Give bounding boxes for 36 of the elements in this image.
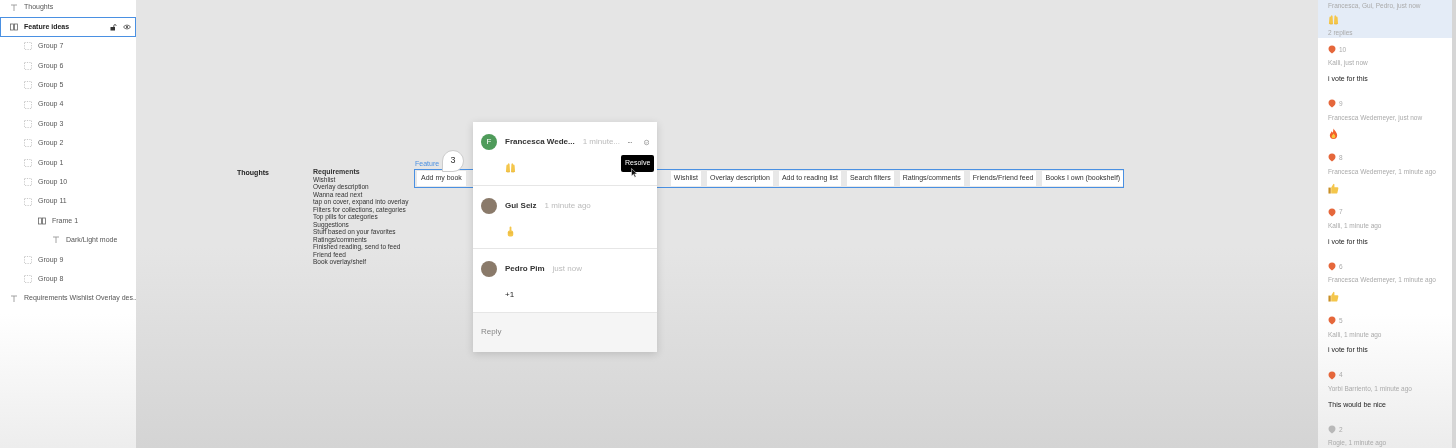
raised-hands-icon [505,162,516,173]
comment-text: +1 [505,289,515,301]
avatar [481,197,497,214]
reply-field[interactable]: Reply [473,312,657,352]
more-icon[interactable] [628,140,632,144]
dashed-square-icon [24,42,32,51]
comment-author: Pedro Pim [505,263,545,275]
cursor-icon [631,168,638,178]
thumbs-up-icon [1328,182,1339,194]
thumbs-up-icon [1328,291,1339,303]
dashed-square-icon [24,61,32,70]
dashed-square-icon [24,178,32,187]
comment-pin[interactable]: 3 [442,150,464,172]
avatar [481,261,497,277]
raised-hands-icon [1328,13,1339,25]
dashed-square-icon [24,120,32,129]
avatar: F [481,134,497,150]
text-icon [10,294,18,303]
text-icon [52,236,60,245]
dashed-square-icon [24,139,32,148]
dashed-square-icon [24,81,32,90]
frame-icon [38,217,46,225]
dashed-square-icon [24,100,32,109]
padlock-icon[interactable] [110,23,117,31]
flame-icon [1328,128,1339,140]
eye-icon[interactable] [123,24,131,31]
text-icon [10,3,18,12]
frame-icon [10,23,18,32]
comment-author: Francesca Wede... [505,136,575,148]
dashed-square-icon [24,197,32,206]
comment-author: Gui Seiz [505,199,537,212]
pointing-finger-icon [505,225,516,237]
dashed-square-icon [24,255,32,264]
comment-time: just now [552,263,582,275]
dashed-square-icon [24,158,32,167]
dashed-square-icon [24,275,32,284]
